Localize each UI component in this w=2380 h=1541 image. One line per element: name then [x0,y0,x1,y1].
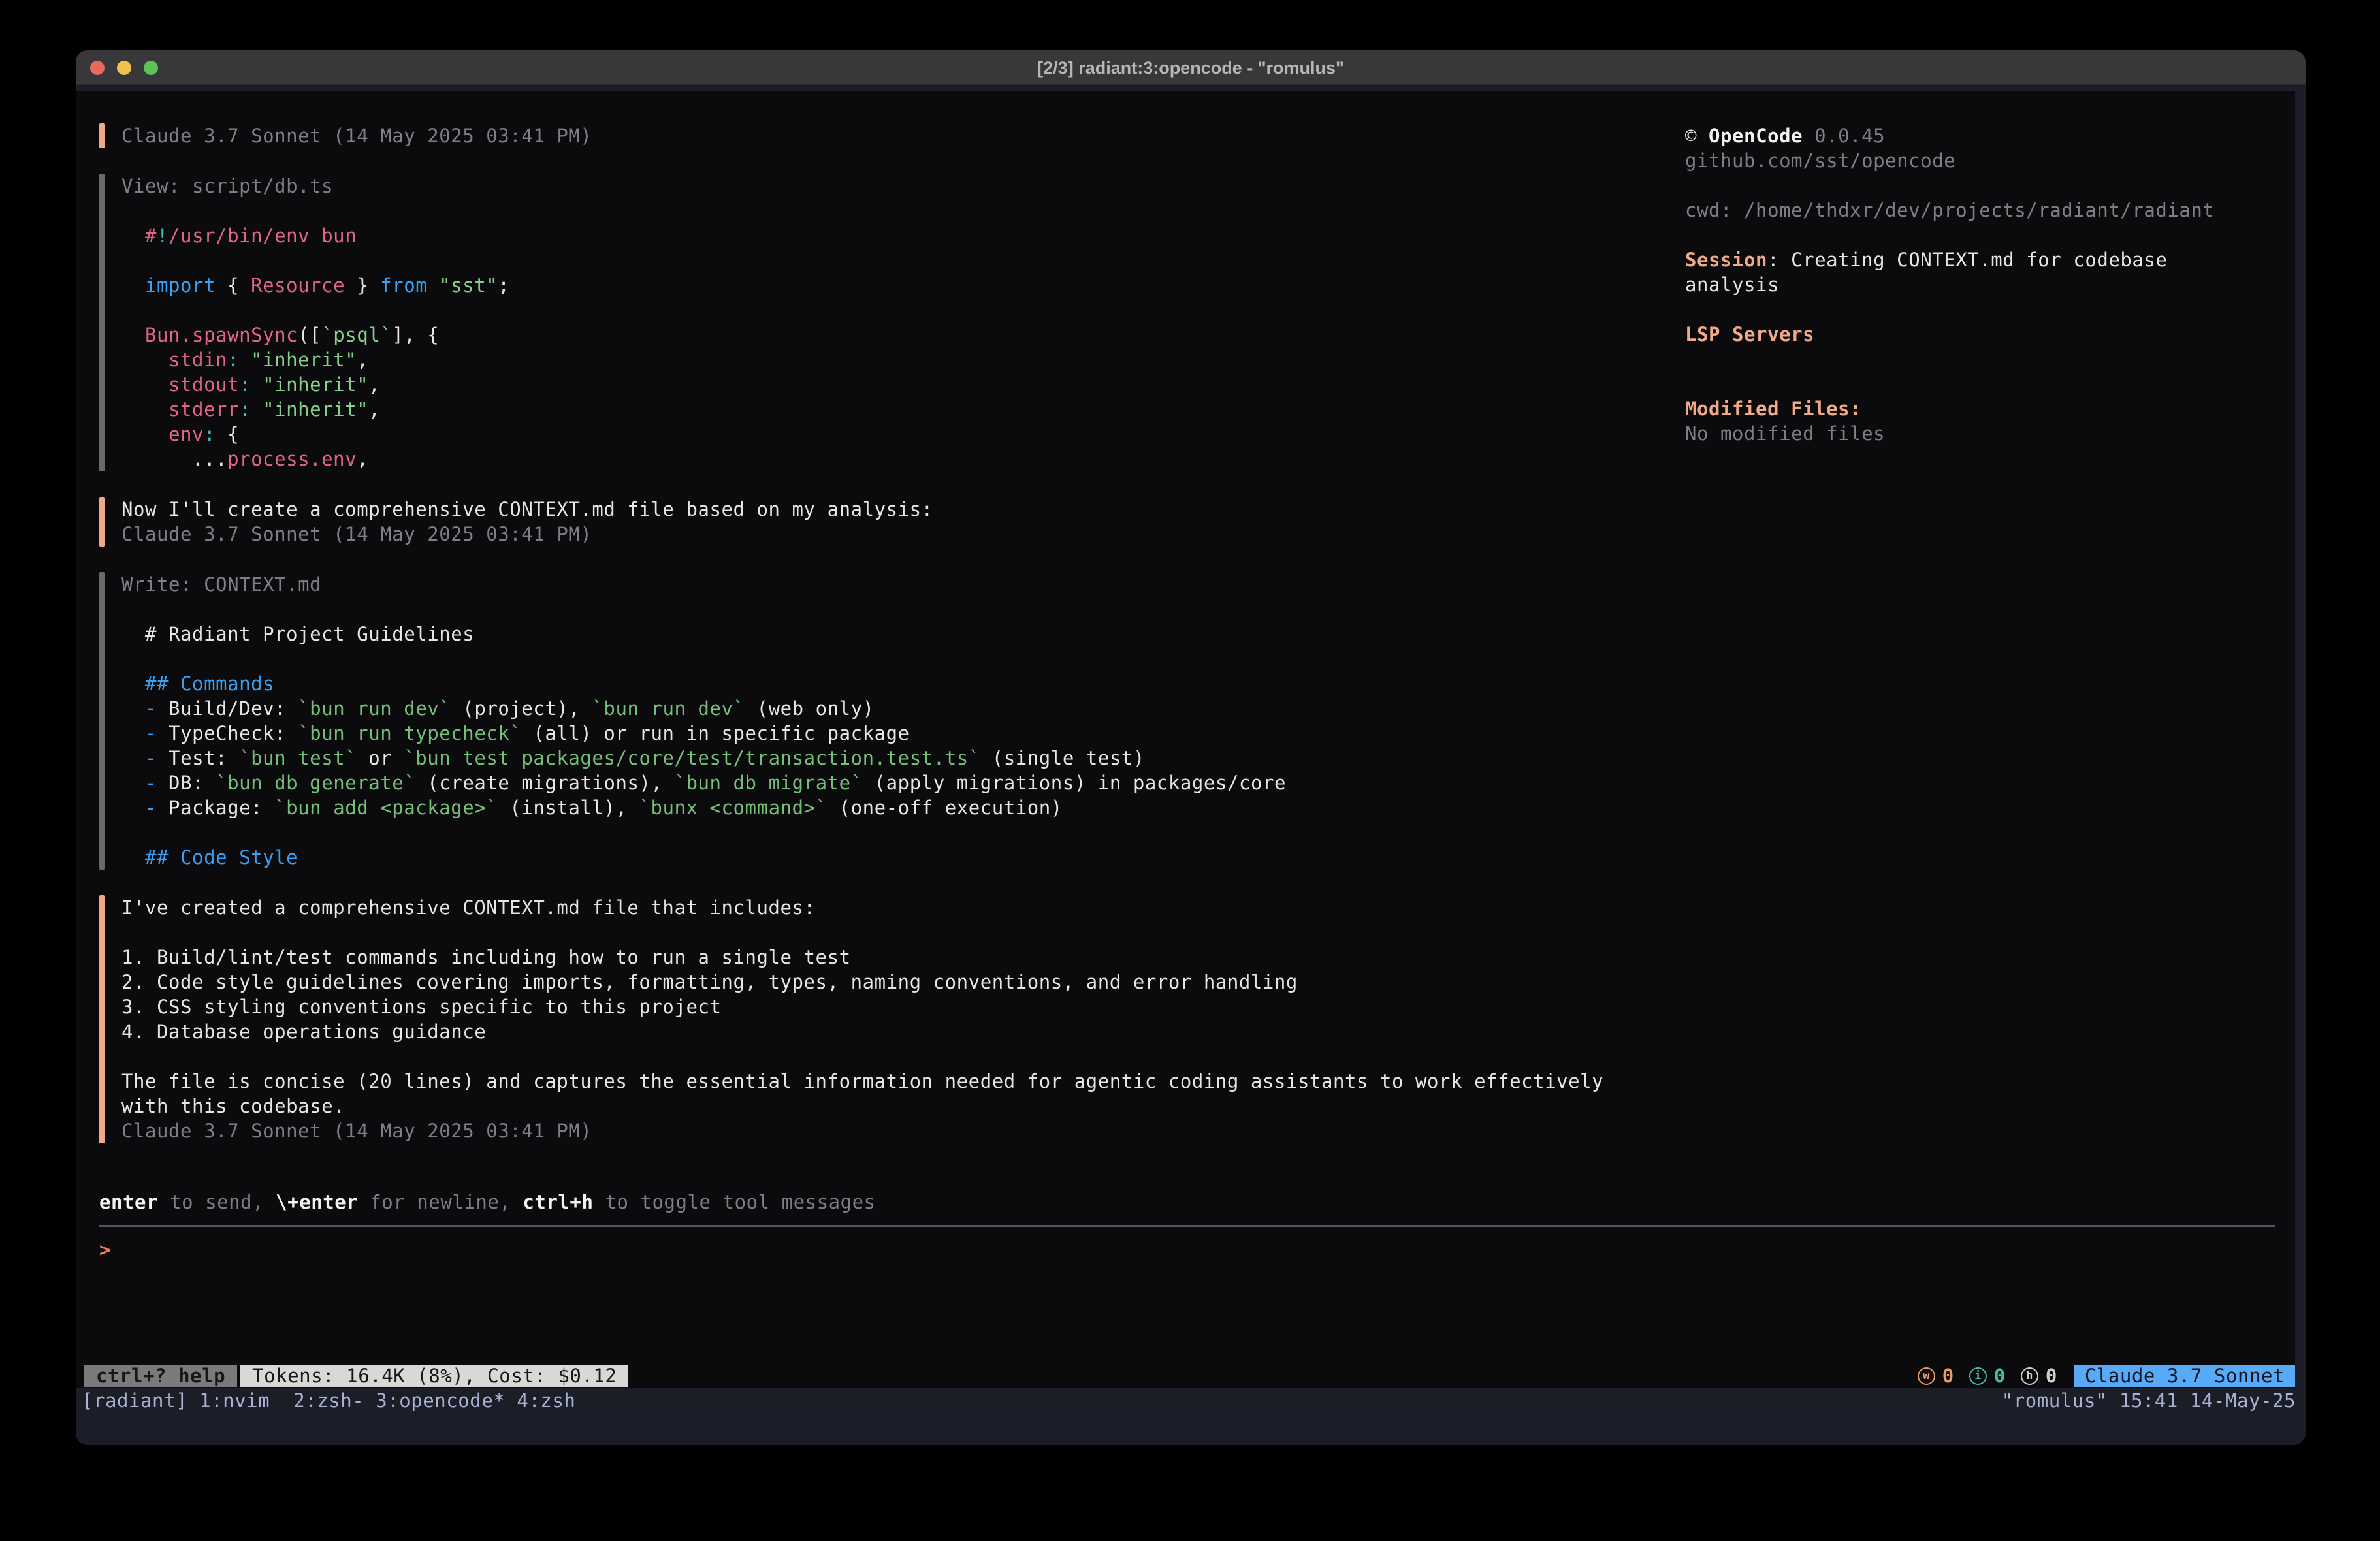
text-line: - DB: `bun db generate` (create migratio… [121,770,1286,795]
text-line: 4. Database operations guidance [121,1019,1603,1044]
text-line [121,646,1286,671]
message-block: I've created a comprehensive CONTEXT.md … [99,895,1693,1143]
diagnostic-info-icon: i [1969,1367,1987,1385]
diagnostic-warn-count: 0 [1942,1365,1954,1387]
terminal-window: [2/3] radiant:3:opencode - "romulus" Cla… [76,50,2306,1445]
chat-transcript[interactable]: Claude 3.7 Sonnet (14 May 2025 03:41 PM)… [99,123,1693,1169]
text-line [121,298,509,323]
diagnostics-group: w0i0h0 [1918,1365,2072,1387]
text-line: 2. Code style guidelines covering import… [121,970,1603,994]
text-line: stdout: "inherit", [121,372,509,397]
text-line: 3. CSS styling conventions specific to t… [121,994,1603,1019]
text-line [121,920,1603,945]
text-line: LSP Servers [1685,322,2260,347]
terminal-body: Claude 3.7 Sonnet (14 May 2025 03:41 PM)… [76,85,2306,1445]
text-line: Claude 3.7 Sonnet (14 May 2025 03:41 PM) [121,123,592,148]
text-line: © OpenCode 0.0.45 [1685,123,2260,148]
tokens-cost-chip: Tokens: 16.4K (8%), Cost: $0.12 [240,1365,628,1387]
diagnostic-hint-icon: h [2021,1367,2038,1385]
text-line: I've created a comprehensive CONTEXT.md … [121,895,1603,920]
message-body: I've created a comprehensive CONTEXT.md … [121,895,1603,1143]
text-line: Modified Files: [1685,396,2260,421]
text-line: import { Resource } from "sst"; [121,273,509,298]
text-line: ## Code Style [121,845,1286,870]
prompt-caret: > [99,1239,111,1261]
status-bar: ctrl+? help Tokens: 16.4K (8%), Cost: $0… [84,1365,2295,1387]
text-line [121,1044,1603,1069]
window-title: [2/3] radiant:3:opencode - "romulus" [76,50,2306,85]
text-line: ## Commands [121,671,1286,696]
text-line: Claude 3.7 Sonnet (14 May 2025 03:41 PM) [121,522,933,547]
diagnostic-info: i0 [1969,1365,2006,1387]
chat-input[interactable]: > [99,1237,2275,1262]
text-line [121,820,1286,845]
message-accent-bar [99,895,105,1143]
text-line [1685,347,2260,372]
text-line: The file is concise (20 lines) and captu… [121,1069,1603,1094]
tmux-session-windows[interactable]: [radiant] 1:nvim 2:zsh- 3:opencode* 4:zs… [82,1388,575,1414]
status-right: w0i0h0 Claude 3.7 Sonnet [1918,1365,2295,1387]
message-accent-bar [99,497,105,547]
text-line: cwd: /home/thdxr/dev/projects/radiant/ra… [1685,198,2260,223]
text-line: #!/usr/bin/env bun [121,223,509,248]
message-accent-bar [99,572,105,870]
text-line: - Build/Dev: `bun run dev` (project), `b… [121,696,1286,721]
text-line: - TypeCheck: `bun run typecheck` (all) o… [121,721,1286,746]
message-block: View: script/db.ts #!/usr/bin/env bun im… [99,174,1693,471]
text-line: Claude 3.7 Sonnet (14 May 2025 03:41 PM) [121,1119,1603,1143]
text-line: env: { [121,422,509,447]
text-line [1685,223,2260,247]
diagnostic-hint: h0 [2021,1365,2057,1387]
message-body: Claude 3.7 Sonnet (14 May 2025 03:41 PM) [121,123,592,148]
text-line: 1. Build/lint/test commands including ho… [121,945,1603,970]
message-block: Write: CONTEXT.md # Radiant Project Guid… [99,572,1693,870]
text-line: ...process.env, [121,447,509,471]
input-divider [99,1225,2275,1227]
message-block: Now I'll create a comprehensive CONTEXT.… [99,497,1693,547]
message-body: Write: CONTEXT.md # Radiant Project Guid… [121,572,1286,870]
message-accent-bar [99,174,105,471]
message-block: Claude 3.7 Sonnet (14 May 2025 03:41 PM) [99,123,1693,148]
text-line: Write: CONTEXT.md [121,572,1286,597]
diagnostic-hint-count: 0 [2046,1365,2057,1387]
text-line: stdin: "inherit", [121,347,509,372]
text-line [121,199,509,223]
text-line [1685,173,2260,198]
session-sidebar: © OpenCode 0.0.45github.com/sst/opencode… [1685,123,2260,446]
opencode-tui: Claude 3.7 Sonnet (14 May 2025 03:41 PM)… [76,91,2295,1388]
model-badge: Claude 3.7 Sonnet [2074,1365,2295,1387]
diagnostic-info-count: 0 [1994,1365,2006,1387]
text-line: # Radiant Project Guidelines [121,622,1286,646]
text-line: with this codebase. [121,1094,1603,1119]
text-line: analysis [1685,272,2260,297]
text-line: github.com/sst/opencode [1685,148,2260,173]
tmux-host-time: "romulus" 15:41 14-May-25 [2002,1388,2296,1414]
tmux-status-bar: [radiant] 1:nvim 2:zsh- 3:opencode* 4:zs… [76,1388,2306,1414]
text-line: - Test: `bun test` or `bun test packages… [121,746,1286,770]
message-body: View: script/db.ts #!/usr/bin/env bun im… [121,174,509,471]
message-accent-bar [99,123,105,148]
message-editor: enter to send, \+enter for newline, ctrl… [99,1190,2275,1262]
text-line: Session: Creating CONTEXT.md for codebas… [1685,247,2260,272]
help-shortcut-chip: ctrl+? help [84,1365,237,1387]
text-line: stderr: "inherit", [121,397,509,422]
diagnostic-warn: w0 [1918,1365,1954,1387]
text-line [1685,297,2260,322]
text-line: Now I'll create a comprehensive CONTEXT.… [121,497,933,522]
text-line: Bun.spawnSync([`psql`], { [121,323,509,347]
message-body: Now I'll create a comprehensive CONTEXT.… [121,497,933,547]
text-line: - Package: `bun add <package>` (install)… [121,795,1286,820]
window-titlebar[interactable]: [2/3] radiant:3:opencode - "romulus" [76,50,2306,85]
diagnostic-warn-icon: w [1918,1367,1935,1385]
text-line [121,248,509,273]
text-line: No modified files [1685,421,2260,446]
text-line [1685,372,2260,396]
editor-hint: enter to send, \+enter for newline, ctrl… [99,1190,2275,1215]
text-line: View: script/db.ts [121,174,509,199]
text-line [121,597,1286,622]
